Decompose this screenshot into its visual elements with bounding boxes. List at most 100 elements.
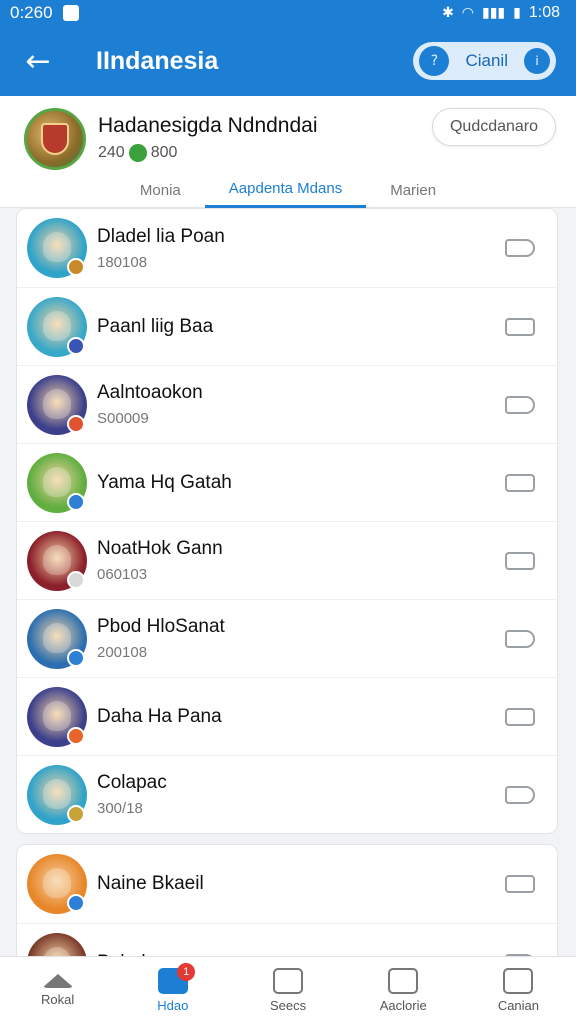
avatar <box>27 608 87 669</box>
list-item-text: Naine Bkaeil <box>97 873 557 895</box>
list-item-name: Pbod HloSanat <box>97 616 225 637</box>
bottom-nav: Rokal Hdao 1 Seecs Aaclorie Canian <box>0 956 576 1024</box>
nav-label: Canian <box>497 998 540 1013</box>
battery-icon: ▮ <box>513 5 521 21</box>
status-left: 0:260 <box>10 3 79 23</box>
tag-icon[interactable] <box>505 318 535 336</box>
avatar-badge-icon <box>67 492 85 511</box>
nav-item-aaclorie[interactable]: Aaclorie <box>346 957 461 1024</box>
list-item[interactable]: NoatHok Gann 060103 <box>17 521 557 599</box>
list-item[interactable]: Dladel lia Poan 180108 <box>17 209 557 287</box>
list-item-subtitle: 200108 <box>97 644 148 661</box>
list-item-text: Pbod HloSanat 200108 <box>97 616 557 661</box>
list-item[interactable]: Naine Bkaeil <box>17 845 557 923</box>
profile-stat-right: 800 <box>150 144 178 161</box>
tab-1[interactable]: Aapdenta Mdans <box>204 172 367 208</box>
list-item-text: Colapac 300/18 <box>97 772 557 817</box>
status-bar: 0:260 ✱ ◠ ▮▮▮ ▮ 1:08 <box>0 0 576 26</box>
notification-badge: 1 <box>177 963 196 981</box>
status-time: 0:260 <box>10 3 53 22</box>
avatar-badge-icon <box>67 894 85 912</box>
nav-label: Seecs <box>269 998 307 1013</box>
list-item[interactable]: Yama Hq Gatah <box>17 443 557 521</box>
back-arrow-icon[interactable]: ← <box>20 43 56 79</box>
list-item-text: NoatHok Gann 060103 <box>97 538 557 583</box>
info-icon: i <box>524 48 550 74</box>
profile-header: Hadanesigda Ndndndai 240 800 Qudcdanaro … <box>0 96 576 208</box>
list-item-name: Aalntoaokon <box>97 382 203 403</box>
avatar-badge-icon <box>67 336 85 355</box>
list-item-name: NoatHok Gann <box>97 538 223 559</box>
avatar-badge-icon <box>67 258 85 276</box>
list-item-name: Dladel lia Poan <box>97 225 225 247</box>
list-item-text: Yama Hq Gatah <box>97 472 557 494</box>
list-item-subtitle: 180108 <box>97 253 148 271</box>
list-item[interactable]: Aalntoaokon S00009 <box>17 365 557 443</box>
profile-action-button[interactable]: Qudcdanaro <box>432 108 556 146</box>
list-item[interactable]: Pbod HloSanat 200108 <box>17 599 557 677</box>
avatar-badge-icon <box>67 414 85 433</box>
wifi-icon: ◠ <box>461 5 475 21</box>
tag-icon[interactable] <box>505 708 535 726</box>
tag-icon[interactable] <box>505 786 535 804</box>
tag-icon[interactable] <box>505 630 535 648</box>
list-icon <box>273 968 303 994</box>
profile-avatar[interactable] <box>24 108 86 170</box>
nav-item-rokal[interactable]: Rokal <box>0 957 115 1024</box>
profile-name: Hadanesigda Ndndndai <box>98 114 318 137</box>
avatar <box>27 530 87 591</box>
list-item-name: Naine Bkaeil <box>97 873 204 894</box>
profile-icon <box>503 968 534 994</box>
list-item-text: Dladel lia Poan 180108 <box>97 226 557 271</box>
avatar <box>27 686 87 747</box>
list-item-text: Paanl liig Baa <box>97 316 557 338</box>
avatar-badge-icon <box>67 726 85 745</box>
nav-item-seecs[interactable]: Seecs <box>230 957 345 1024</box>
tag-icon[interactable] <box>505 239 535 257</box>
store-icon <box>388 968 419 994</box>
list-item[interactable]: Daha Ha Pana <box>17 677 557 755</box>
list-item-subtitle: S00009 <box>97 410 149 427</box>
tab-0[interactable]: Monia <box>116 172 205 208</box>
avatar-badge-icon <box>67 648 85 667</box>
nav-label: Hdao <box>157 998 189 1013</box>
list-item-name: Paanl liig Baa <box>97 315 214 337</box>
home-icon <box>41 974 74 988</box>
app-screen: 0:260 ✱ ◠ ▮▮▮ ▮ 1:08 ← IIndanesia ? Cian… <box>0 0 576 1024</box>
notification-icon <box>62 5 79 21</box>
avatar-badge-icon <box>67 570 85 589</box>
status-right: ✱ ◠ ▮▮▮ ▮ 1:08 <box>442 4 560 22</box>
tab-2[interactable]: Marien <box>366 172 460 208</box>
app-bar-action-button[interactable]: ? Cianil i <box>413 42 556 80</box>
item-list: Dladel lia Poan 180108 Paanl liig Baa Aalnt… <box>16 208 558 1002</box>
tag-icon[interactable] <box>505 875 535 893</box>
list-item-name: Daha Ha Pana <box>97 705 222 727</box>
nav-label: Aaclorie <box>379 998 427 1013</box>
list-item-name: Colapac <box>97 772 167 793</box>
avatar <box>27 854 87 914</box>
tag-icon[interactable] <box>505 474 535 492</box>
avatar <box>27 218 87 278</box>
list-item-text: Aalntoaokon S00009 <box>97 382 557 427</box>
status-right-time: 1:08 <box>528 4 560 21</box>
list-card: Dladel lia Poan 180108 Paanl liig Baa Aalnt… <box>16 208 558 834</box>
nav-item-canian[interactable]: Canian <box>461 957 576 1024</box>
tag-icon[interactable] <box>505 396 535 414</box>
list-item[interactable]: Colapac 300/18 <box>17 755 557 833</box>
signal-icon: ▮▮▮ <box>482 5 506 21</box>
avatar <box>27 764 87 825</box>
avatar <box>27 374 87 435</box>
bluetooth-icon: ✱ <box>442 5 454 21</box>
list-item-subtitle: 060103 <box>97 566 148 583</box>
list-item[interactable]: Paanl liig Baa <box>17 287 557 365</box>
avatar <box>27 296 87 357</box>
app-bar-action-label: Cianil <box>465 51 508 70</box>
avatar-badge-icon <box>67 804 85 823</box>
app-bar: ← IIndanesia ? Cianil i <box>0 26 576 96</box>
list-item-subtitle: 300/18 <box>97 800 143 817</box>
tag-icon[interactable] <box>505 552 535 570</box>
nav-item-hdao[interactable]: Hdao 1 <box>115 957 230 1024</box>
list-item-name: Yama Hq Gatah <box>97 471 232 493</box>
profile-stat-left: 240 <box>98 144 125 161</box>
coin-icon <box>128 144 147 162</box>
